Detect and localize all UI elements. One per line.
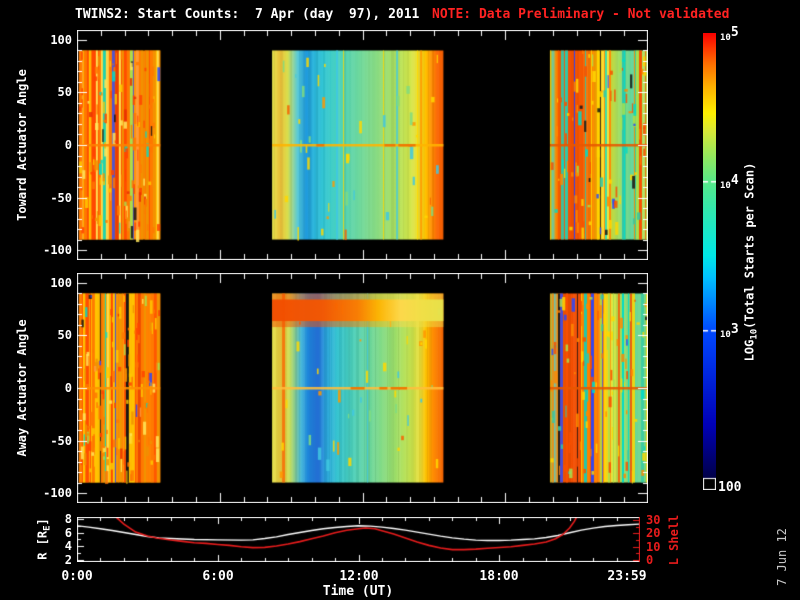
toward-spectrogram-canvas: [77, 30, 648, 260]
date-stamp: 7 Jun 12: [775, 528, 789, 586]
colorbar-tick-label: 104: [720, 173, 739, 191]
time-tick-label: 6:00: [202, 569, 234, 584]
angle-tick-label: 100: [50, 33, 72, 47]
angle-tick-label: 100: [50, 276, 72, 290]
away-spectrogram-canvas: [77, 273, 648, 503]
angle-tick-label: 0: [64, 381, 72, 395]
angle-tick-label: 50: [57, 85, 72, 99]
time-tick-label: 18:00: [479, 569, 519, 584]
time-tick-label: 12:00: [339, 569, 379, 584]
angle-tick-label: -50: [50, 191, 72, 205]
angle-tick-label: 0: [64, 138, 72, 152]
r-lshell-line-canvas: [77, 517, 640, 562]
colorbar-tick-label: 103: [720, 322, 739, 340]
angle-tick-label: -100: [43, 243, 72, 257]
colorbar-tick-label: 105: [720, 25, 739, 43]
lshell-tick-label: 0: [646, 553, 654, 567]
plot-stage: TWINS2: Start Counts: 7 Apr (day 97), 20…: [0, 0, 800, 600]
angle-tick-label: -100: [43, 486, 72, 500]
colorbar-canvas: [703, 33, 716, 490]
r-tick-label: 2: [64, 553, 72, 567]
time-tick-label: 0:00: [61, 569, 93, 584]
page-title: TWINS2: Start Counts: 7 Apr (day 97), 20…: [75, 7, 420, 22]
time-tick-label: 23:59: [607, 569, 647, 584]
angle-tick-label: 50: [57, 328, 72, 342]
colorbar-bottom-label: 100: [718, 480, 742, 495]
preliminary-note: NOTE: Data Preliminary - Not validated: [432, 7, 730, 22]
colorbar-axis-label: LOG10(Total Starts per Scan): [742, 162, 760, 362]
lshell-axis-label: L Shell: [667, 514, 681, 566]
angle-tick-label: -50: [50, 434, 72, 448]
time-axis-label: Time (UT): [322, 584, 394, 599]
